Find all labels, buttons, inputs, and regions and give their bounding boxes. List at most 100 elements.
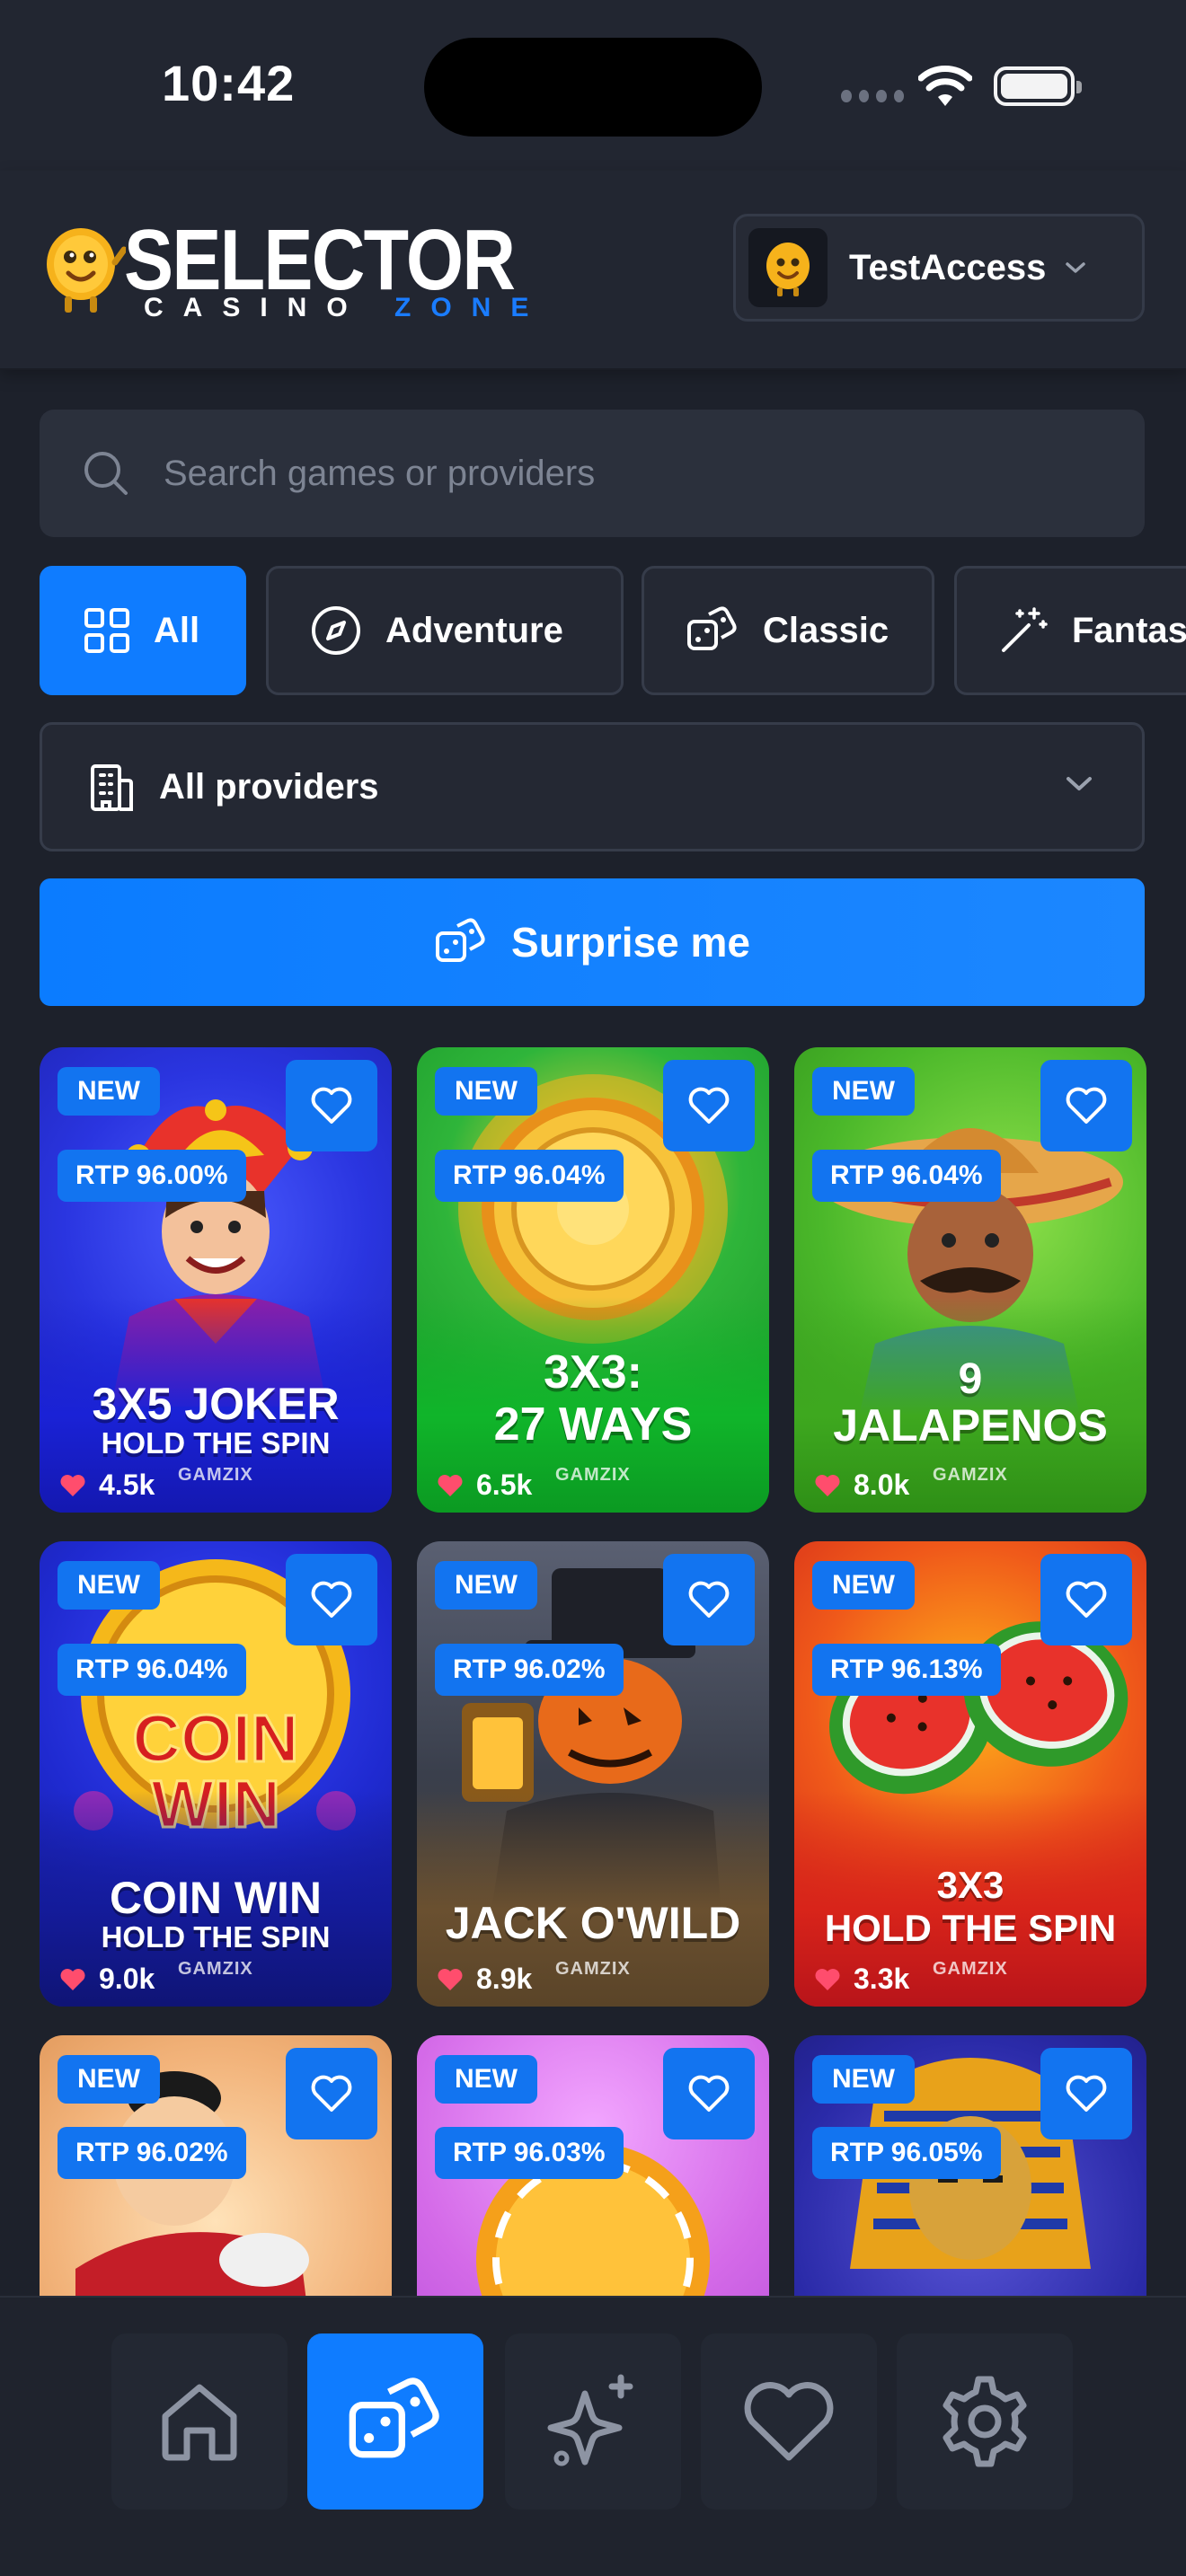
likes-value: 4.5k xyxy=(99,1469,155,1501)
rtp-badge: RTP 96.04% xyxy=(435,1150,624,1202)
favorite-button[interactable] xyxy=(1040,2048,1132,2139)
favorite-button[interactable] xyxy=(1040,1060,1132,1151)
new-badge: NEW xyxy=(812,2055,915,2104)
mascot-icon xyxy=(766,243,810,296)
game-card[interactable]: NEW RTP 96.02% xyxy=(40,2035,392,2296)
heart-outline-icon xyxy=(1066,2075,1107,2112)
category-chip-label: Fantasy xyxy=(1072,610,1186,650)
battery-icon xyxy=(994,66,1082,106)
provider-name: GAMZIX xyxy=(933,1465,1008,1485)
likes-count: 3.3k xyxy=(814,1963,909,1996)
bottom-navigation xyxy=(0,2296,1186,2576)
category-chip-label: Classic xyxy=(763,610,890,650)
wifi-icon xyxy=(918,66,972,106)
heart-icon xyxy=(438,1474,463,1496)
game-title: JACK O'WILD xyxy=(445,1898,741,1948)
game-card[interactable]: 3X3: 27 WAYS NEW RTP 96.04% 6.5k GAMZIX xyxy=(417,1047,769,1513)
provider-name: GAMZIX xyxy=(555,1959,631,1979)
rtp-badge: RTP 96.04% xyxy=(58,1644,246,1696)
game-title: 3X5 JOKER xyxy=(92,1379,340,1429)
heart-outline-icon xyxy=(1066,1581,1107,1618)
new-badge: NEW xyxy=(58,1067,160,1116)
nav-discover[interactable] xyxy=(505,2333,681,2510)
avatar xyxy=(748,228,828,307)
game-subtitle: HOLD THE SPIN xyxy=(101,1920,331,1954)
app-header: SELECTOR CASINO ZONE TestAccess xyxy=(0,171,1186,370)
new-badge: NEW xyxy=(58,2055,160,2104)
heart-outline-icon xyxy=(311,2075,352,2112)
favorite-button[interactable] xyxy=(286,1060,377,1151)
new-badge: NEW xyxy=(58,1561,160,1610)
new-badge: NEW xyxy=(435,1067,537,1116)
game-subtitle: HOLD THE SPIN xyxy=(824,1907,1117,1949)
new-badge: NEW xyxy=(435,2055,537,2104)
artwork-lettering: COIN xyxy=(133,1701,299,1776)
rtp-badge: RTP 96.13% xyxy=(812,1644,1001,1696)
search-icon xyxy=(84,452,128,495)
likes-value: 8.0k xyxy=(854,1469,910,1501)
game-card[interactable]: 3X3 HOLD THE SPIN NEW RTP 96.13% 3.3k GA… xyxy=(794,1541,1146,2007)
game-card[interactable]: NEW RTP 96.03% xyxy=(417,2035,769,2296)
sparkle-icon xyxy=(547,2374,633,2466)
rtp-badge: RTP 96.00% xyxy=(58,1150,246,1202)
favorite-button[interactable] xyxy=(286,2048,377,2139)
nav-games[interactable] xyxy=(307,2333,483,2510)
likes-value: 3.3k xyxy=(854,1963,910,1995)
category-chip-label: All xyxy=(154,610,200,650)
compass-icon xyxy=(312,606,360,655)
rtp-badge: RTP 96.02% xyxy=(58,2127,246,2179)
game-grid: 3X5 JOKER HOLD THE SPIN NEW RTP 96.00% 4… xyxy=(0,1042,1186,2296)
likes-value: 6.5k xyxy=(476,1469,533,1501)
status-bar: 10:42 xyxy=(0,0,1186,171)
search-bar[interactable] xyxy=(40,410,1145,537)
heart-icon xyxy=(815,1968,840,1990)
heart-outline-icon xyxy=(688,2075,730,2112)
category-chip-label: Adventure xyxy=(385,610,563,650)
game-card[interactable]: 3X5 JOKER HOLD THE SPIN NEW RTP 96.00% 4… xyxy=(40,1047,392,1513)
status-time: 10:42 xyxy=(162,55,296,111)
likes-value: 8.9k xyxy=(476,1963,533,1995)
nav-home[interactable] xyxy=(111,2333,288,2510)
search-input[interactable] xyxy=(164,453,972,494)
nav-settings[interactable] xyxy=(897,2333,1073,2510)
favorite-button[interactable] xyxy=(663,1060,755,1151)
new-badge: NEW xyxy=(812,1067,915,1116)
heart-outline-icon xyxy=(688,1087,730,1124)
favorite-button[interactable] xyxy=(663,2048,755,2139)
account-switcher[interactable]: TestAccess xyxy=(733,214,1145,322)
providers-dropdown[interactable]: All providers xyxy=(40,722,1145,851)
building-icon xyxy=(91,764,133,811)
category-chip-classic[interactable]: Classic xyxy=(642,566,934,695)
nav-favorites[interactable] xyxy=(701,2333,877,2510)
category-chip-all[interactable]: All xyxy=(40,566,246,695)
provider-name: GAMZIX xyxy=(555,1465,631,1485)
heart-outline-icon xyxy=(311,1581,352,1618)
rtp-badge: RTP 96.04% xyxy=(812,1150,1001,1202)
logo-subtitle-main: CASINO xyxy=(144,293,395,322)
magic-wand-icon xyxy=(1002,607,1048,652)
provider-name: GAMZIX xyxy=(933,1959,1008,1979)
providers-label: All providers xyxy=(159,766,379,807)
grid-icon xyxy=(84,608,129,653)
category-chip-fantasy[interactable]: Fantasy xyxy=(954,566,1186,695)
game-title: 3X3: xyxy=(544,1346,642,1398)
game-card[interactable]: 9 JALAPENOS NEW RTP 96.04% 8.0k GAMZIX xyxy=(794,1047,1146,1513)
game-card[interactable]: COIN WIN COIN WIN HOLD THE SPIN NEW RTP … xyxy=(40,1541,392,2007)
app-logo[interactable]: SELECTOR CASINO ZONE xyxy=(40,217,528,325)
likes-count: 4.5k xyxy=(59,1469,155,1502)
heart-outline-icon xyxy=(1066,1087,1107,1124)
game-card[interactable]: JACK O'WILD NEW RTP 96.02% 8.9k GAMZIX xyxy=(417,1541,769,2007)
favorite-button[interactable] xyxy=(1040,1554,1132,1645)
game-title: 3X3 xyxy=(936,1864,1005,1906)
mascot-icon xyxy=(47,228,126,313)
game-card[interactable]: NEW RTP 96.05% xyxy=(794,2035,1146,2296)
dice-icon xyxy=(436,918,485,962)
likes-count: 8.9k xyxy=(437,1963,532,1996)
new-badge: NEW xyxy=(812,1561,915,1610)
category-chip-adventure[interactable]: Adventure xyxy=(266,566,624,695)
favorite-button[interactable] xyxy=(663,1554,755,1645)
favorite-button[interactable] xyxy=(286,1554,377,1645)
game-subtitle: HOLD THE SPIN xyxy=(101,1426,331,1460)
likes-count: 9.0k xyxy=(59,1963,155,1996)
surprise-me-button[interactable]: Surprise me xyxy=(40,878,1145,1006)
